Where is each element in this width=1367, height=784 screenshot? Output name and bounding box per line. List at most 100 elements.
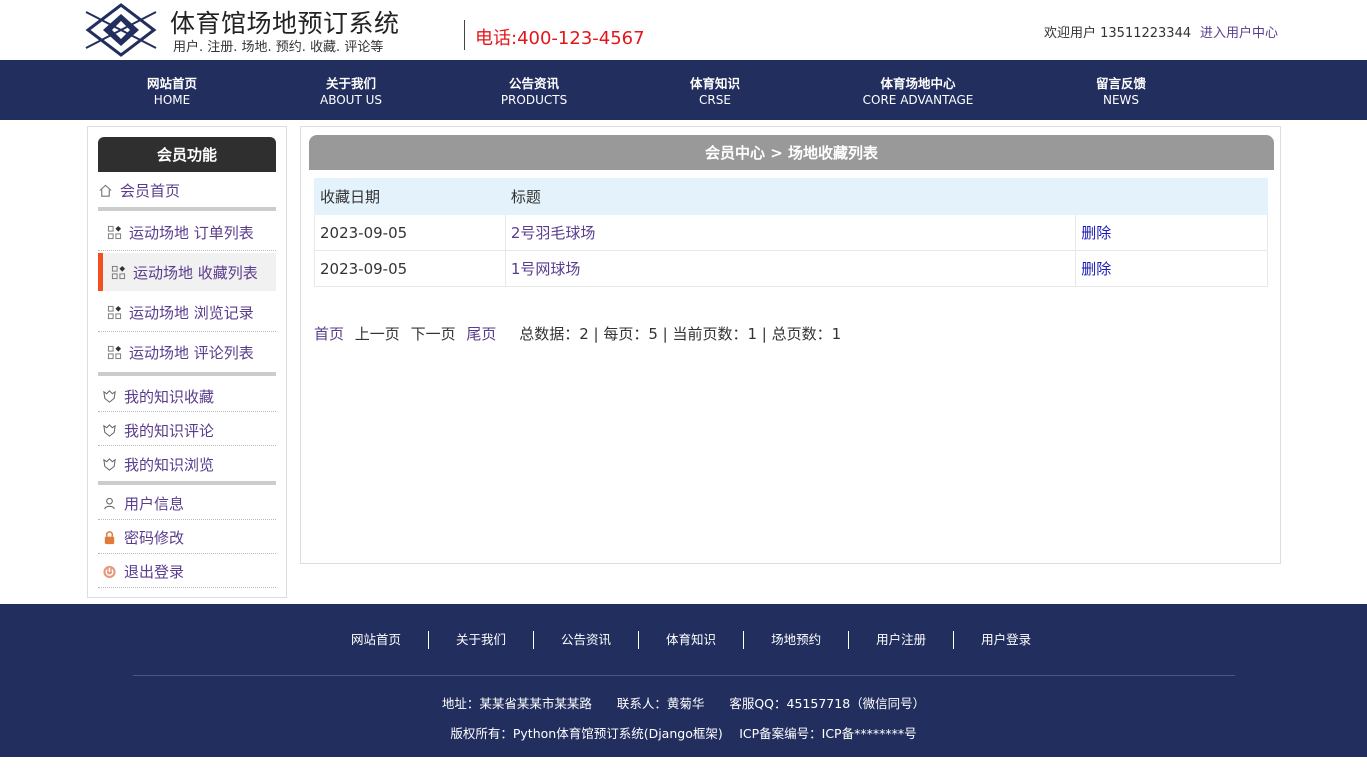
sidebar-divider (98, 587, 276, 588)
nav-item-feedback[interactable]: 留言反馈 NEWS (1096, 75, 1146, 109)
user-center-link[interactable]: 进入用户中心 (1200, 22, 1278, 41)
nav-sublabel: CRSE (699, 93, 731, 107)
footer-link-register[interactable]: 用户注册 (849, 631, 955, 649)
column-header (1075, 178, 1268, 215)
main-panel: 会员中心 > 场地收藏列表 收藏日期 标题 2023-09-05 2号羽毛球场 … (300, 126, 1281, 564)
footer-link-home[interactable]: 网站首页 (324, 631, 430, 649)
nav-sublabel: HOME (153, 93, 191, 107)
sidebar-item-change-password[interactable]: 密码修改 (102, 527, 280, 548)
sidebar-item-logout[interactable]: 退出登录 (102, 561, 280, 582)
footer-link-booking[interactable]: 场地预约 (744, 631, 850, 649)
footer-address: 地址：某某省某某市某某路 联系人：黄菊华 客服QQ：45157718（微信同号） (441, 696, 926, 711)
favorite-title-link[interactable]: 1号网球场 (511, 260, 581, 278)
nav-label: 公告资讯 (508, 76, 559, 91)
sidebar-item-user-info[interactable]: 用户信息 (102, 493, 280, 514)
sidebar-item-label: 退出登录 (124, 563, 185, 581)
site-title: 体育馆场地预订系统 (170, 9, 400, 38)
nav-item-home[interactable]: 网站首页 HOME (147, 75, 197, 109)
sidebar-item-label: 密码修改 (124, 529, 185, 547)
site-subtitle: 用户. 注册. 场地. 预约. 收藏. 评论等 (173, 40, 384, 55)
user-icon (104, 497, 115, 510)
sidebar-item-label: 我的知识评论 (124, 422, 215, 440)
first-page-link[interactable]: 首页 (314, 325, 344, 343)
prev-page-link[interactable]: 上一页 (355, 325, 400, 343)
breadcrumb: 会员中心 > 场地收藏列表 (309, 135, 1274, 170)
next-page-link[interactable]: 下一页 (411, 325, 456, 343)
sidebar-item-label: 运动场地 浏览记录 (129, 304, 254, 322)
footer-nav: 网站首页 关于我们 公告资讯 体育知识 场地预约 用户注册 用户登录 (324, 631, 1044, 649)
grid-icon (111, 265, 126, 280)
table-row: 2023-09-05 2号羽毛球场 删除 (314, 214, 1268, 251)
sidebar-item-member-home[interactable]: 会员首页 (98, 180, 276, 201)
delete-link[interactable]: 删除 (1081, 224, 1111, 242)
sidebar-item-label: 会员首页 (120, 182, 181, 200)
nav-label: 关于我们 (325, 76, 377, 91)
sidebar-divider (98, 372, 276, 376)
grid-icon (107, 345, 122, 360)
sidebar-item-knowledge-history[interactable]: 我的知识浏览 (102, 454, 280, 475)
grid-icon (107, 225, 122, 240)
phone-number: 电话:400-123-4567 (475, 28, 645, 49)
nav-item-news[interactable]: 公告资讯 PRODUCTS (501, 75, 567, 109)
favorite-title-cell: 1号网球场 (504, 250, 1077, 287)
sidebar-item-knowledge-favorites[interactable]: 我的知识收藏 (102, 386, 280, 407)
power-icon (103, 565, 116, 579)
favorite-date: 2023-09-05 (314, 250, 506, 287)
nav-sublabel: PRODUCTS (500, 93, 568, 107)
sidebar-item-knowledge-comments[interactable]: 我的知识评论 (102, 420, 280, 441)
nav-label: 体育场地中心 (880, 76, 956, 91)
sidebar-divider (98, 519, 276, 520)
sidebar-divider (98, 250, 276, 251)
sidebar-divider (98, 445, 276, 446)
last-page-link[interactable]: 尾页 (466, 325, 496, 343)
main-nav: 网站首页 HOME 关于我们 ABOUT US 公告资讯 PRODUCTS 体育… (0, 60, 1367, 120)
sidebar-item-label: 运动场地 评论列表 (129, 344, 254, 362)
sidebar-item-venue-comments[interactable]: 运动场地 评论列表 (107, 342, 285, 363)
table-row: 2023-09-05 1号网球场 删除 (314, 250, 1268, 287)
nav-item-knowledge[interactable]: 体育知识 CRSE (690, 75, 740, 109)
sidebar-divider (98, 553, 276, 554)
favorite-date: 2023-09-05 (314, 214, 506, 251)
sidebar-item-label: 用户信息 (124, 495, 185, 513)
home-icon (99, 184, 112, 197)
sidebar-divider (98, 207, 276, 211)
nav-item-about[interactable]: 关于我们 ABOUT US (320, 75, 382, 109)
favorite-title-cell: 2号羽毛球场 (504, 214, 1077, 251)
favorite-title-link[interactable]: 2号羽毛球场 (511, 224, 596, 242)
welcome-text: 欢迎用户 13511223344 (1044, 26, 1192, 41)
table-header-row: 收藏日期 标题 (314, 178, 1268, 215)
sidebar-item-label: 我的知识收藏 (124, 388, 215, 406)
member-sidebar: 会员功能 会员首页 运动场地 订单列表 运动场地 收藏列表 运动场地 浏览记录 … (87, 126, 287, 598)
footer-link-about[interactable]: 关于我们 (429, 631, 535, 649)
nav-label: 体育知识 (689, 76, 741, 91)
favorites-table: 收藏日期 标题 2023-09-05 2号羽毛球场 删除 2023-09-05 … (314, 178, 1268, 287)
nav-sublabel: ABOUT US (319, 93, 383, 107)
footer: 网站首页 关于我们 公告资讯 体育知识 场地预约 用户注册 用户登录 地址：某某… (0, 604, 1367, 757)
shield-icon (103, 424, 116, 437)
column-header: 标题 (504, 178, 1077, 215)
pagination-summary: 总数据：2 | 每页：5 | 当前页数：1 | 总页数：1 (519, 325, 842, 343)
nav-item-venues[interactable]: 体育场地中心 CORE ADVANTAGE (863, 75, 974, 109)
sidebar-item-venue-orders[interactable]: 运动场地 订单列表 (107, 222, 285, 243)
footer-link-login[interactable]: 用户登录 (954, 631, 1058, 649)
footer-link-news[interactable]: 公告资讯 (534, 631, 640, 649)
pagination: 首页 上一页 下一页 尾页 总数据：2 | 每页：5 | 当前页数：1 | 总页… (314, 323, 847, 344)
sidebar-item-venue-favorites[interactable]: 运动场地 收藏列表 (111, 262, 289, 283)
delete-link[interactable]: 删除 (1081, 260, 1111, 278)
shield-icon (103, 458, 116, 471)
footer-divider (133, 675, 1235, 676)
grid-icon (107, 305, 122, 320)
action-cell: 删除 (1075, 250, 1268, 287)
footer-link-knowledge[interactable]: 体育知识 (639, 631, 745, 649)
nav-sublabel: NEWS (1102, 93, 1140, 107)
logo-icon (85, 3, 157, 57)
sidebar-item-label: 运动场地 收藏列表 (133, 264, 258, 282)
shield-icon (103, 390, 116, 403)
sidebar-item-venue-history[interactable]: 运动场地 浏览记录 (107, 302, 285, 323)
header-divider (464, 20, 465, 50)
column-header: 收藏日期 (314, 178, 506, 215)
sidebar-title: 会员功能 (98, 137, 276, 172)
sidebar-divider (98, 331, 276, 332)
sidebar-item-label: 我的知识浏览 (124, 456, 215, 474)
action-cell: 删除 (1075, 214, 1268, 251)
